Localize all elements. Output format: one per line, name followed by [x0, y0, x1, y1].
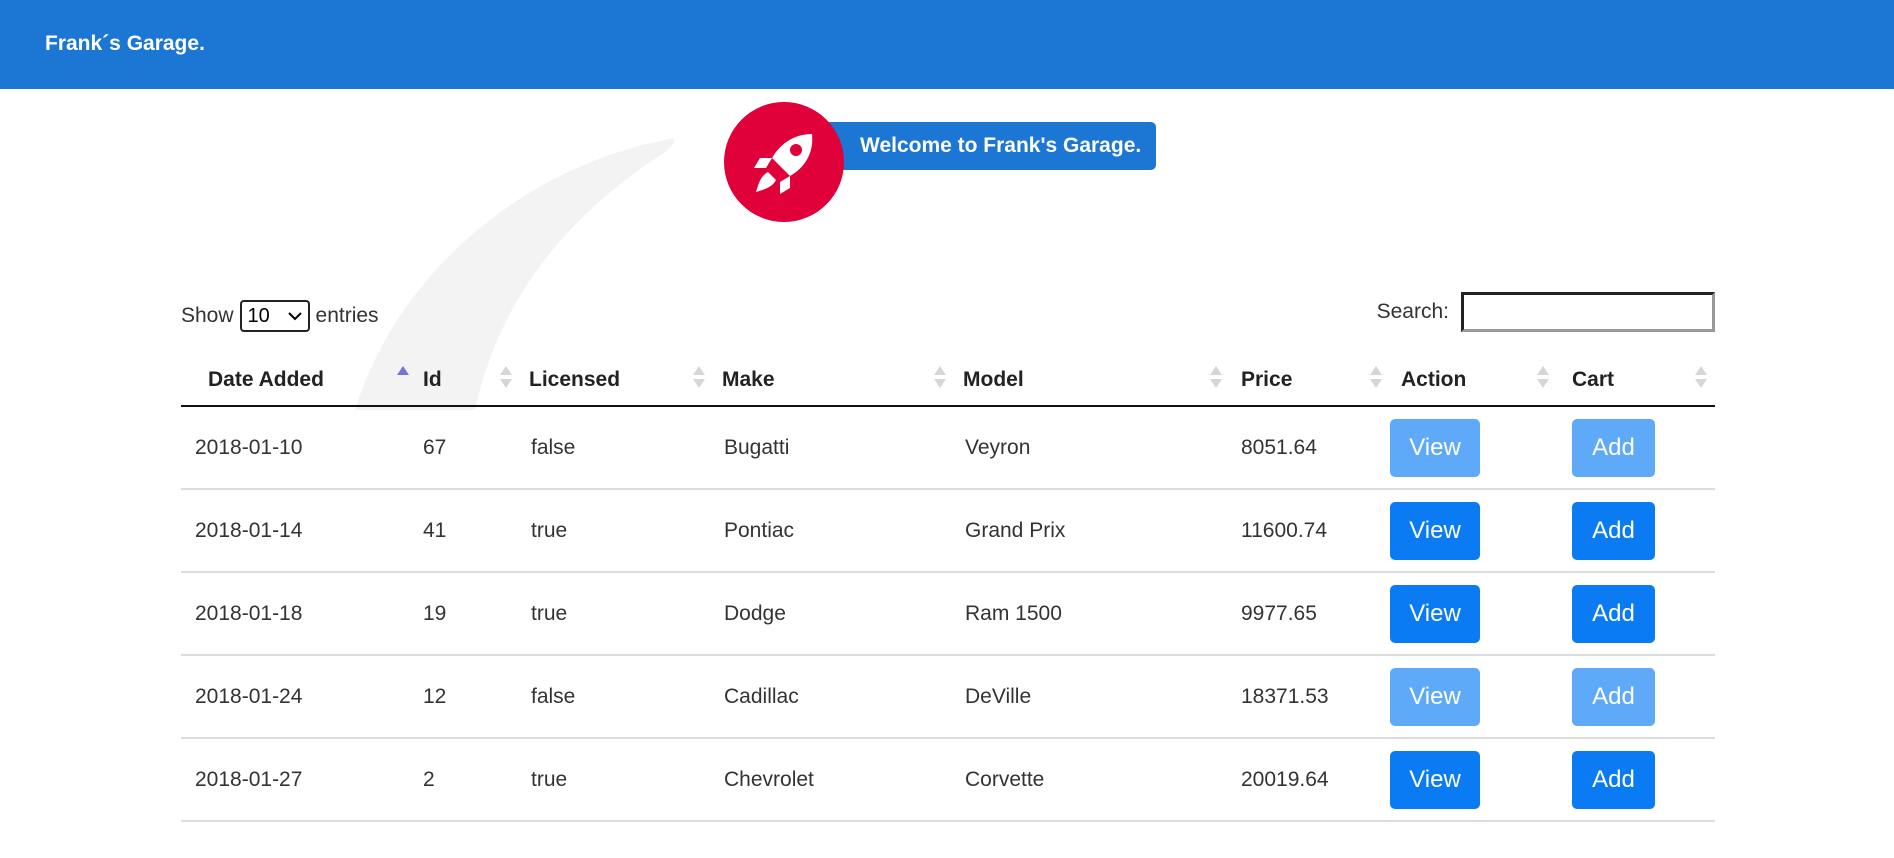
licensed-cell: true [520, 738, 713, 822]
page-length-value: 10 [247, 304, 270, 327]
sort-icon [500, 364, 512, 392]
sort-icon [1370, 364, 1382, 392]
column-header-model[interactable]: Model [954, 352, 1230, 407]
show-label: Show [181, 304, 234, 327]
model-cell: Grand Prix [954, 489, 1230, 573]
add-to-cart-button[interactable]: Add [1572, 418, 1655, 477]
welcome-banner: Welcome to Frank's Garage. [826, 122, 1156, 170]
table-controls: Show 10 entries Search: [181, 292, 1715, 332]
view-button[interactable]: View [1390, 667, 1480, 726]
column-header-id[interactable]: Id [417, 352, 520, 407]
date-cell: 2018-01-18 [181, 572, 417, 656]
action-cell: View [1390, 489, 1557, 573]
id-cell: 41 [417, 489, 520, 573]
model-cell: Corvette [954, 738, 1230, 822]
page-length-control: Show 10 entries [181, 300, 379, 332]
licensed-cell: true [520, 489, 713, 573]
cart-cell: Add [1557, 489, 1715, 573]
table-row: 2018-01-27 2 true Chevrolet Corvette 20019.64… [181, 738, 1715, 822]
action-cell: View [1390, 572, 1557, 656]
price-cell: 18371.53 [1230, 655, 1390, 739]
date-cell: 2018-01-24 [181, 655, 417, 739]
make-cell: Pontiac [713, 489, 954, 573]
view-button[interactable]: View [1390, 418, 1480, 477]
add-to-cart-button[interactable]: Add [1572, 501, 1655, 560]
model-cell: Ram 1500 [954, 572, 1230, 656]
sort-ascending-icon [397, 364, 409, 392]
model-cell: DeVille [954, 655, 1230, 739]
rocket-icon [754, 134, 813, 194]
sort-icon [1210, 364, 1222, 392]
chevron-down-icon [287, 312, 302, 321]
cart-cell: Add [1557, 572, 1715, 656]
date-cell: 2018-01-10 [181, 406, 417, 490]
view-button[interactable]: View [1390, 750, 1480, 809]
table-body: 2018-01-10 67 false Bugatti Veyron 8051.64 Vie… [181, 406, 1715, 822]
sort-icon [693, 364, 705, 392]
add-to-cart-button[interactable]: Add [1572, 584, 1655, 643]
id-cell: 2 [417, 738, 520, 822]
make-cell: Chevrolet [713, 738, 954, 822]
table-row: 2018-01-14 41 true Pontiac Grand Prix 11600.7… [181, 489, 1715, 573]
action-cell: View [1390, 655, 1557, 739]
brand-logo[interactable]: Frank´s Garage. [45, 32, 205, 56]
search-input[interactable] [1461, 292, 1715, 332]
id-cell: 12 [417, 655, 520, 739]
column-header-licensed[interactable]: Licensed [520, 352, 713, 407]
column-header-action[interactable]: Action [1390, 352, 1557, 407]
licensed-cell: false [520, 655, 713, 739]
date-cell: 2018-01-27 [181, 738, 417, 822]
entries-label: entries [315, 304, 379, 327]
table-row: 2018-01-24 12 false Cadillac DeVille 18371.53… [181, 655, 1715, 739]
table-row: 2018-01-18 19 true Dodge Ram 1500 9977.65 View… [181, 572, 1715, 656]
price-cell: 20019.64 [1230, 738, 1390, 822]
action-cell: View [1390, 406, 1557, 490]
rocket-badge [724, 102, 844, 222]
top-navbar: Frank´s Garage. [0, 0, 1894, 89]
licensed-cell: false [520, 406, 713, 490]
date-cell: 2018-01-14 [181, 489, 417, 573]
table-header-row: Date Added Id Licensed Make Model Price [181, 352, 1715, 407]
id-cell: 67 [417, 406, 520, 490]
cart-cell: Add [1557, 406, 1715, 490]
make-cell: Cadillac [713, 655, 954, 739]
column-header-price[interactable]: Price [1230, 352, 1390, 407]
action-cell: View [1390, 738, 1557, 822]
price-cell: 9977.65 [1230, 572, 1390, 656]
cart-cell: Add [1557, 655, 1715, 739]
search-label: Search: [1376, 300, 1449, 323]
column-header-cart[interactable]: Cart [1557, 352, 1715, 407]
sort-icon [934, 364, 946, 392]
model-cell: Veyron [954, 406, 1230, 490]
sort-icon [1537, 364, 1549, 392]
cars-table: Date Added Id Licensed Make Model Price [181, 352, 1715, 822]
make-cell: Dodge [713, 572, 954, 656]
add-to-cart-button[interactable]: Add [1572, 750, 1655, 809]
page-length-select[interactable]: 10 [239, 300, 310, 332]
make-cell: Bugatti [713, 406, 954, 490]
column-header-make[interactable]: Make [713, 352, 954, 407]
add-to-cart-button[interactable]: Add [1572, 667, 1655, 726]
search-control: Search: [1377, 292, 1715, 332]
column-header-date-added[interactable]: Date Added [181, 352, 417, 407]
price-cell: 11600.74 [1230, 489, 1390, 573]
licensed-cell: true [520, 572, 713, 656]
view-button[interactable]: View [1390, 501, 1480, 560]
view-button[interactable]: View [1390, 584, 1480, 643]
table-row: 2018-01-10 67 false Bugatti Veyron 8051.64 Vie… [181, 406, 1715, 490]
id-cell: 19 [417, 572, 520, 656]
price-cell: 8051.64 [1230, 406, 1390, 490]
sort-icon [1695, 364, 1707, 392]
cart-cell: Add [1557, 738, 1715, 822]
